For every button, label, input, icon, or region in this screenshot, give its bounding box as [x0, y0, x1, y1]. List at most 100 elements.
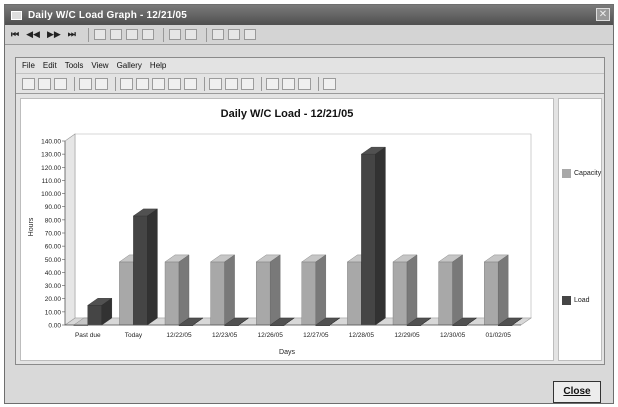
last-record-button[interactable]: ⏭	[68, 30, 76, 40]
rotate-icon[interactable]	[225, 77, 238, 90]
x-tick-label: 12/26/05	[258, 332, 284, 339]
y-tick-label: 140.00	[41, 139, 61, 146]
properties-icon[interactable]	[298, 77, 311, 90]
new-icon[interactable]	[22, 77, 35, 90]
palette-icon[interactable]	[95, 77, 108, 90]
bar-capacity	[301, 261, 316, 326]
bar-load	[133, 215, 148, 326]
legend-icon[interactable]	[184, 77, 197, 90]
y-tick-label: 40.00	[45, 270, 62, 277]
menu-tools[interactable]: Tools	[65, 61, 84, 70]
legend-swatch	[562, 169, 571, 178]
chart-area: Daily W/C Load - 12/21/05 Hours Days 0.0…	[20, 98, 554, 361]
x-tick-label: 01/02/05	[486, 332, 512, 339]
edit-icon[interactable]	[168, 29, 181, 40]
y-tick-label: 70.00	[45, 231, 62, 238]
bar-capacity	[164, 261, 180, 326]
separator	[74, 76, 75, 91]
prev-record-button[interactable]: ◀◀	[26, 30, 40, 40]
factory-icon[interactable]	[243, 29, 256, 40]
copy-icon[interactable]	[282, 77, 295, 90]
bar-side-capacity	[315, 254, 326, 326]
x-tick-label: 12/30/05	[440, 332, 466, 339]
menu-edit[interactable]: Edit	[43, 61, 57, 70]
window-title: Daily W/C Load Graph - 12/21/05	[28, 9, 188, 21]
chart-side-wall	[64, 133, 76, 326]
legend-swatch	[562, 296, 571, 305]
bar-capacity	[255, 261, 271, 326]
bar-side-capacity	[406, 254, 418, 326]
bar-capacity	[210, 261, 225, 326]
legend-item-capacity: Capacity	[562, 169, 601, 178]
y-tick-label: 130.00	[41, 152, 61, 159]
separator	[261, 76, 262, 91]
bar-side-load	[147, 208, 158, 326]
table-icon[interactable]	[152, 77, 165, 90]
record-icon[interactable]	[93, 29, 106, 40]
people-icon[interactable]	[227, 29, 240, 40]
y-tick-label: 90.00	[45, 204, 62, 211]
y-tick-label: 10.00	[45, 309, 62, 316]
menu-file[interactable]: File	[22, 61, 35, 70]
y-tick-label: 60.00	[45, 244, 62, 251]
chart-title: Daily W/C Load - 12/21/05	[221, 108, 354, 120]
first-record-button[interactable]: ⏮	[11, 30, 19, 40]
x-axis-label: Days	[279, 349, 295, 356]
tools-icon[interactable]	[323, 77, 336, 90]
axis-icon[interactable]	[120, 77, 133, 90]
menu-help[interactable]: Help	[150, 61, 166, 70]
bar-load	[87, 305, 103, 326]
y-tick-label: 120.00	[41, 165, 61, 172]
legend-label: Capacity	[574, 170, 602, 177]
y-tick-label: 80.00	[45, 217, 62, 224]
y-tick-label: 50.00	[45, 257, 62, 264]
perspective-icon[interactable]	[241, 77, 254, 90]
list-icon[interactable]	[125, 29, 138, 40]
filter-icon[interactable]	[184, 29, 197, 40]
grid-icon[interactable]	[168, 77, 181, 90]
chart-toolbar	[16, 74, 604, 94]
chart-legend: Capacity Load	[558, 98, 602, 361]
bar-load	[361, 153, 376, 326]
separator	[115, 76, 116, 91]
bar-capacity	[392, 261, 408, 326]
open-icon[interactable]	[54, 77, 67, 90]
app-window: Daily W/C Load Graph - 12/21/05 ✕ ⏮ ◀◀ ▶…	[4, 4, 614, 404]
graph-icon[interactable]	[211, 29, 224, 40]
separator	[205, 27, 207, 42]
x-tick-label: 12/28/05	[349, 332, 375, 339]
print-icon[interactable]	[141, 29, 154, 40]
menu-bar: File Edit Tools View Gallery Help	[16, 58, 604, 74]
zoom-icon[interactable]	[266, 77, 279, 90]
close-window-icon[interactable]: ✕	[596, 8, 610, 21]
x-tick-label: Today	[125, 332, 143, 339]
chart-type-icon[interactable]	[79, 77, 92, 90]
save-icon[interactable]	[38, 77, 51, 90]
legend-item-load: Load	[562, 296, 590, 305]
3d-icon[interactable]	[209, 77, 222, 90]
app-icon	[11, 10, 22, 20]
x-tick-label: Past due	[75, 332, 101, 339]
axis-icon[interactable]	[136, 77, 149, 90]
bar-chart: Daily W/C Load - 12/21/05 Hours Days 0.0…	[28, 108, 532, 356]
bar-capacity	[119, 261, 134, 326]
next-record-button[interactable]: ▶▶	[47, 30, 61, 40]
close-button-label: Close	[563, 386, 591, 397]
close-button[interactable]: Close	[553, 381, 601, 403]
y-tick-label: 30.00	[45, 283, 62, 290]
y-tick-label: 0.00	[48, 323, 61, 330]
x-tick-label: 12/22/05	[166, 332, 192, 339]
bar-capacity	[347, 261, 362, 326]
bar-side-capacity	[269, 254, 281, 326]
separator	[87, 27, 89, 42]
menu-gallery[interactable]: Gallery	[117, 61, 142, 70]
separator	[204, 76, 205, 91]
x-tick-label: 12/29/05	[394, 332, 420, 339]
legend-label: Load	[574, 297, 590, 304]
menu-view[interactable]: View	[91, 61, 108, 70]
grid-icon[interactable]	[109, 29, 122, 40]
bar-capacity	[484, 261, 499, 326]
separator	[318, 76, 319, 91]
y-tick-label: 100.00	[41, 191, 61, 198]
y-axis-label: Hours	[28, 217, 35, 236]
